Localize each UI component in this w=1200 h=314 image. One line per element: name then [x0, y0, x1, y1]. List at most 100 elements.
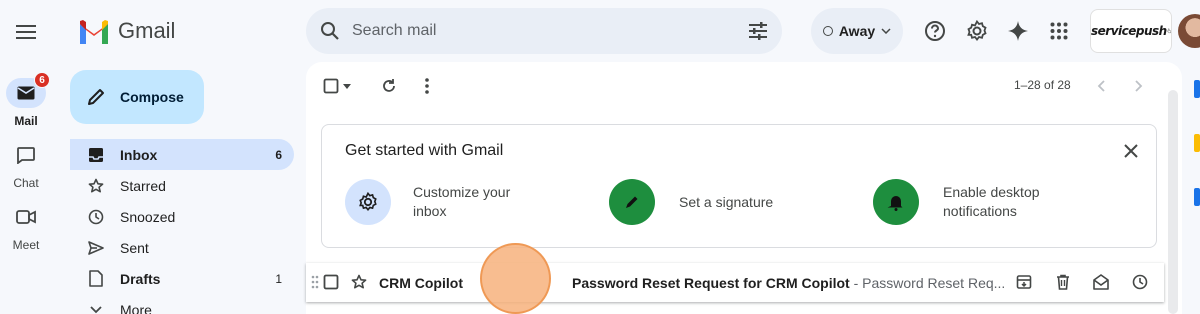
brand-label: servicepush [1091, 24, 1167, 38]
help-button[interactable] [923, 19, 947, 43]
caret-down-icon [343, 83, 351, 89]
pencil-icon [88, 89, 104, 105]
chevron-right-icon [1135, 80, 1143, 92]
gemini-icon [1008, 21, 1028, 41]
apps-button[interactable] [1047, 19, 1071, 43]
archive-icon [1016, 275, 1032, 289]
refresh-icon [383, 79, 395, 92]
meet-icon [16, 210, 36, 224]
pagination-text: 1–28 of 28 [1014, 78, 1071, 92]
nav-count-inbox: 6 [275, 147, 282, 162]
star-icon [351, 274, 367, 289]
compose-button[interactable]: Compose [70, 70, 204, 124]
send-icon [88, 240, 104, 255]
email-snippet: - Password Reset Req... [849, 275, 1006, 291]
search-input[interactable]: Search mail [352, 22, 748, 40]
mail-badge: 6 [34, 72, 50, 88]
star-icon [88, 178, 104, 192]
settings-button[interactable] [965, 19, 989, 43]
drag-handle[interactable] [309, 272, 321, 292]
nav-label-inbox: Inbox [120, 146, 158, 163]
nav-item-starred[interactable]: Starred [70, 170, 294, 201]
chevron-down-icon [90, 305, 102, 313]
apps-icon [1050, 22, 1068, 40]
tip-desktop-notifications[interactable]: Enable desktop notifications [873, 179, 1040, 225]
status-dot-icon [822, 26, 833, 36]
side-panel-tasks-icon[interactable] [1194, 188, 1200, 206]
tip-set-signature[interactable]: Set a signature [609, 179, 773, 225]
status-selector[interactable]: Away [811, 8, 903, 54]
side-panel-keep-icon[interactable] [1194, 134, 1200, 152]
scrollbar[interactable] [1168, 90, 1178, 314]
select-all-checkbox[interactable] [320, 75, 342, 97]
tip-signature-line1: Set a signature [679, 193, 774, 210]
rail-mail-label: Mail [14, 114, 38, 128]
email-subject-line: Password Reset Request for CRM Copilot -… [572, 275, 1005, 291]
checkbox-icon [323, 78, 339, 94]
trash-icon [1057, 274, 1069, 290]
rail-chat[interactable]: Chat [0, 140, 52, 190]
gemini-button[interactable] [1006, 19, 1030, 43]
menu-icon [16, 25, 36, 39]
draft-icon [89, 270, 103, 287]
tip-customize-line1: Customize your [413, 184, 511, 200]
checkbox-icon [323, 274, 339, 290]
drag-icon [311, 275, 319, 289]
email-star-button[interactable] [349, 272, 369, 292]
gear-icon [359, 192, 377, 212]
archive-button[interactable] [1014, 272, 1034, 292]
rail-meet-label: Meet [12, 238, 40, 252]
gmail-logo-link[interactable]: Gmail [78, 18, 175, 44]
newer-button[interactable] [1090, 75, 1112, 97]
get-started-title: Get started with Gmail [345, 142, 504, 159]
chevron-left-icon [1097, 80, 1105, 92]
chat-icon [17, 146, 35, 164]
more-actions-button[interactable] [416, 75, 438, 97]
bell-icon [887, 196, 903, 211]
nav-item-inbox[interactable]: Inbox 6 [70, 139, 294, 170]
delete-button[interactable] [1053, 272, 1073, 292]
nav-label-more: More [120, 301, 152, 314]
select-menu-button[interactable] [340, 75, 354, 97]
inbox-icon [89, 147, 103, 162]
snooze-icon [1132, 274, 1148, 290]
rail-chat-label: Chat [13, 176, 39, 190]
click-indicator [480, 243, 551, 314]
search-icon [321, 22, 339, 40]
settings-icon [967, 20, 987, 41]
tune-icon[interactable] [748, 22, 768, 40]
compose-label: Compose [120, 89, 184, 105]
close-card-button[interactable] [1120, 140, 1142, 162]
email-checkbox[interactable] [321, 272, 341, 292]
nav-item-snoozed[interactable]: Snoozed [70, 201, 294, 232]
older-button[interactable] [1128, 75, 1150, 97]
mark-read-icon [1093, 274, 1109, 290]
avatar[interactable] [1178, 14, 1200, 48]
gmail-logo [80, 20, 108, 44]
mark-as-read-button[interactable] [1091, 272, 1111, 292]
rail-mail[interactable]: 6 Mail [0, 72, 52, 128]
nav-item-drafts[interactable]: Drafts 1 [70, 263, 294, 294]
app-name: Gmail [118, 18, 176, 43]
snooze-button[interactable] [1130, 272, 1150, 292]
nav-count-drafts: 1 [275, 271, 282, 286]
email-subject: Password Reset Request for CRM Copilot [572, 275, 850, 291]
tip-notifications-line2: notifications [943, 203, 1017, 219]
nav-item-more[interactable]: More [70, 294, 294, 314]
tip-customize-inbox[interactable]: Customize your inbox [345, 179, 510, 225]
nav-item-sent[interactable]: Sent [70, 232, 294, 263]
tip-notifications-line1: Enable desktop [943, 184, 1040, 200]
refresh-button[interactable] [378, 75, 400, 97]
side-panel-calendar-icon[interactable] [1194, 80, 1200, 98]
chevron-down-icon [881, 28, 891, 34]
main-menu-button[interactable] [12, 18, 40, 46]
mail-icon [17, 86, 35, 100]
email-sender: CRM Copilot [379, 275, 463, 291]
rail-meet[interactable]: Meet [0, 202, 52, 252]
tip-customize-line2: inbox [413, 203, 447, 219]
nav-label-snoozed: Snoozed [120, 208, 176, 225]
search-bar[interactable]: Search mail [306, 8, 782, 54]
clock-icon [88, 209, 104, 224]
brand-badge[interactable]: servicepush [1090, 9, 1172, 53]
nav-label-starred: Starred [120, 177, 166, 194]
